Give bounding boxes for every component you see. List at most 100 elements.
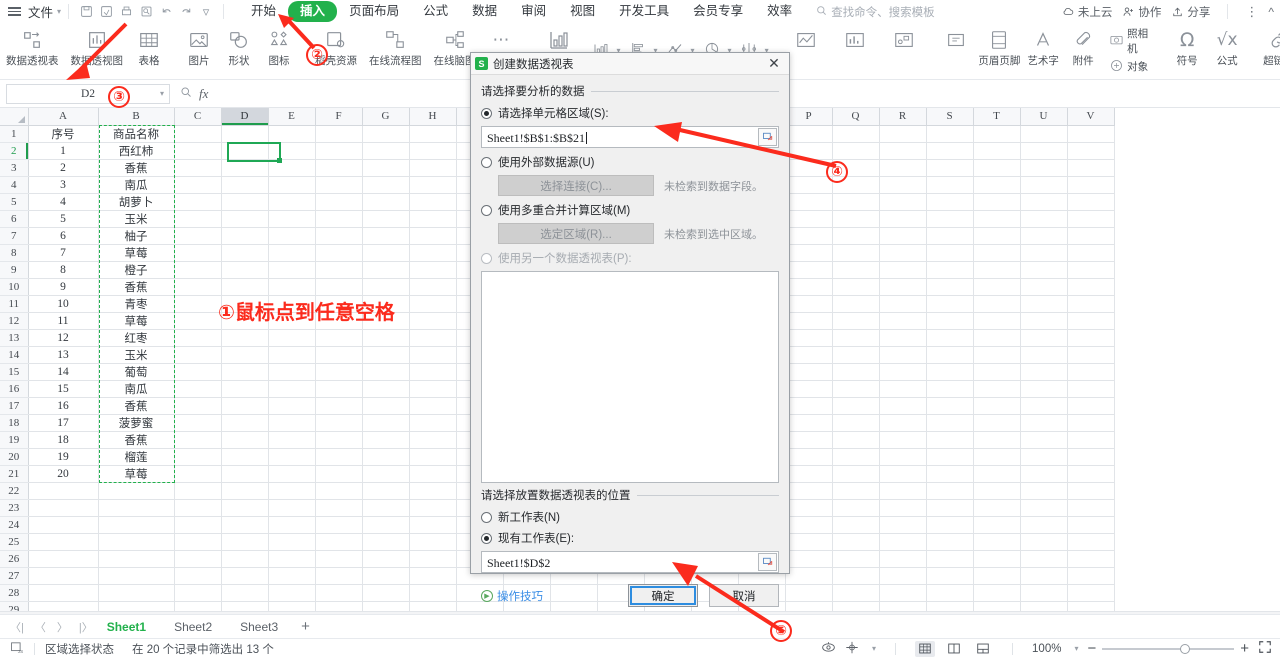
- cell-F1[interactable]: [315, 125, 363, 143]
- cell-U29[interactable]: [1020, 601, 1068, 611]
- cell-T22[interactable]: [973, 482, 1021, 500]
- cell-T15[interactable]: [973, 363, 1021, 381]
- cell-Q8[interactable]: [832, 244, 880, 262]
- cell-H8[interactable]: [409, 244, 457, 262]
- cell-F3[interactable]: [315, 159, 363, 177]
- cell-A18[interactable]: 17: [28, 414, 99, 432]
- cell-Q25[interactable]: [832, 533, 880, 551]
- cell-A17[interactable]: 16: [28, 397, 99, 415]
- range-input[interactable]: Sheet1!$B$1:$B$21: [481, 126, 779, 148]
- row-header-24[interactable]: 24: [0, 516, 29, 534]
- cell-U2[interactable]: [1020, 142, 1068, 160]
- cell-B5[interactable]: 胡萝卜: [98, 193, 175, 211]
- cell-B2[interactable]: 西红柿: [98, 142, 175, 160]
- range-picker-icon[interactable]: [758, 128, 777, 146]
- zoom-in-button[interactable]: +: [1240, 640, 1249, 657]
- cell-D22[interactable]: [221, 482, 269, 500]
- cell-S6[interactable]: [926, 210, 974, 228]
- cell-A3[interactable]: 2: [28, 159, 99, 177]
- cell-V21[interactable]: [1067, 465, 1115, 483]
- zoom-track[interactable]: [1102, 643, 1235, 654]
- cell-Q28[interactable]: [832, 584, 880, 602]
- ribbon-pivot-table[interactable]: 数据透视表: [0, 23, 65, 78]
- cell-C29[interactable]: [174, 601, 222, 611]
- cell-U15[interactable]: [1020, 363, 1068, 381]
- cell-P12[interactable]: [785, 312, 833, 330]
- next-sheet-icon[interactable]: 〉: [57, 619, 68, 635]
- cell-P22[interactable]: [785, 482, 833, 500]
- cell-A14[interactable]: 13: [28, 346, 99, 364]
- magnifier-icon[interactable]: [180, 85, 192, 103]
- cell-F2[interactable]: [315, 142, 363, 160]
- cell-S8[interactable]: [926, 244, 974, 262]
- row-header-17[interactable]: 17: [0, 397, 29, 415]
- cell-F7[interactable]: [315, 227, 363, 245]
- cell-T29[interactable]: [973, 601, 1021, 611]
- option-existing-worksheet[interactable]: 现有工作表(E):: [481, 530, 779, 546]
- cell-U22[interactable]: [1020, 482, 1068, 500]
- cell-B18[interactable]: 菠萝蜜: [98, 414, 175, 432]
- cell-H13[interactable]: [409, 329, 457, 347]
- cell-E20[interactable]: [268, 448, 316, 466]
- cell-P23[interactable]: [785, 499, 833, 517]
- cell-H29[interactable]: [409, 601, 457, 611]
- cell-T13[interactable]: [973, 329, 1021, 347]
- cell-E24[interactable]: [268, 516, 316, 534]
- cell-U1[interactable]: [1020, 125, 1068, 143]
- column-header-e[interactable]: E: [268, 108, 316, 126]
- chevron-down-icon[interactable]: ▾: [160, 89, 164, 98]
- cell-P1[interactable]: [785, 125, 833, 143]
- radio-select-range[interactable]: [481, 107, 492, 119]
- cell-U24[interactable]: [1020, 516, 1068, 534]
- cell-A5[interactable]: 4: [28, 193, 99, 211]
- cell-C10[interactable]: [174, 278, 222, 296]
- ribbon-equation[interactable]: √x 公式: [1207, 23, 1247, 78]
- cell-D19[interactable]: [221, 431, 269, 449]
- cell-D3[interactable]: [221, 159, 269, 177]
- prev-sheet-icon[interactable]: 〈: [35, 619, 46, 635]
- cell-R16[interactable]: [879, 380, 927, 398]
- cell-C13[interactable]: [174, 329, 222, 347]
- cell-C4[interactable]: [174, 176, 222, 194]
- cell-Q22[interactable]: [832, 482, 880, 500]
- cell-B25[interactable]: [98, 533, 175, 551]
- cell-Q19[interactable]: [832, 431, 880, 449]
- cancel-button[interactable]: 取消: [709, 584, 779, 607]
- cell-F23[interactable]: [315, 499, 363, 517]
- cell-G16[interactable]: [362, 380, 410, 398]
- cell-S16[interactable]: [926, 380, 974, 398]
- cell-P8[interactable]: [785, 244, 833, 262]
- cell-E8[interactable]: [268, 244, 316, 262]
- cell-U6[interactable]: [1020, 210, 1068, 228]
- cell-G4[interactable]: [362, 176, 410, 194]
- cell-S13[interactable]: [926, 329, 974, 347]
- cell-B21[interactable]: 草莓: [98, 465, 175, 483]
- cell-V17[interactable]: [1067, 397, 1115, 415]
- cell-E4[interactable]: [268, 176, 316, 194]
- cell-U10[interactable]: [1020, 278, 1068, 296]
- row-header-16[interactable]: 16: [0, 380, 29, 398]
- cell-B29[interactable]: [98, 601, 175, 611]
- row-header-10[interactable]: 10: [0, 278, 29, 296]
- cell-P13[interactable]: [785, 329, 833, 347]
- cell-Q6[interactable]: [832, 210, 880, 228]
- cell-D16[interactable]: [221, 380, 269, 398]
- cell-V3[interactable]: [1067, 159, 1115, 177]
- cell-C15[interactable]: [174, 363, 222, 381]
- cell-F10[interactable]: [315, 278, 363, 296]
- cell-V29[interactable]: [1067, 601, 1115, 611]
- cell-B20[interactable]: 榴莲: [98, 448, 175, 466]
- column-header-v[interactable]: V: [1067, 108, 1115, 126]
- cell-B3[interactable]: 香蕉: [98, 159, 175, 177]
- js-macro-icon[interactable]: JS: [10, 641, 24, 657]
- cell-V28[interactable]: [1067, 584, 1115, 602]
- cell-V19[interactable]: [1067, 431, 1115, 449]
- cell-R21[interactable]: [879, 465, 927, 483]
- cell-F14[interactable]: [315, 346, 363, 364]
- cell-U11[interactable]: [1020, 295, 1068, 313]
- cell-H16[interactable]: [409, 380, 457, 398]
- dialog-title-bar[interactable]: S 创建数据透视表 ✕: [471, 53, 789, 75]
- radio-existing-worksheet[interactable]: [481, 532, 492, 544]
- tab-member[interactable]: 会员专享: [681, 1, 755, 22]
- cell-E17[interactable]: [268, 397, 316, 415]
